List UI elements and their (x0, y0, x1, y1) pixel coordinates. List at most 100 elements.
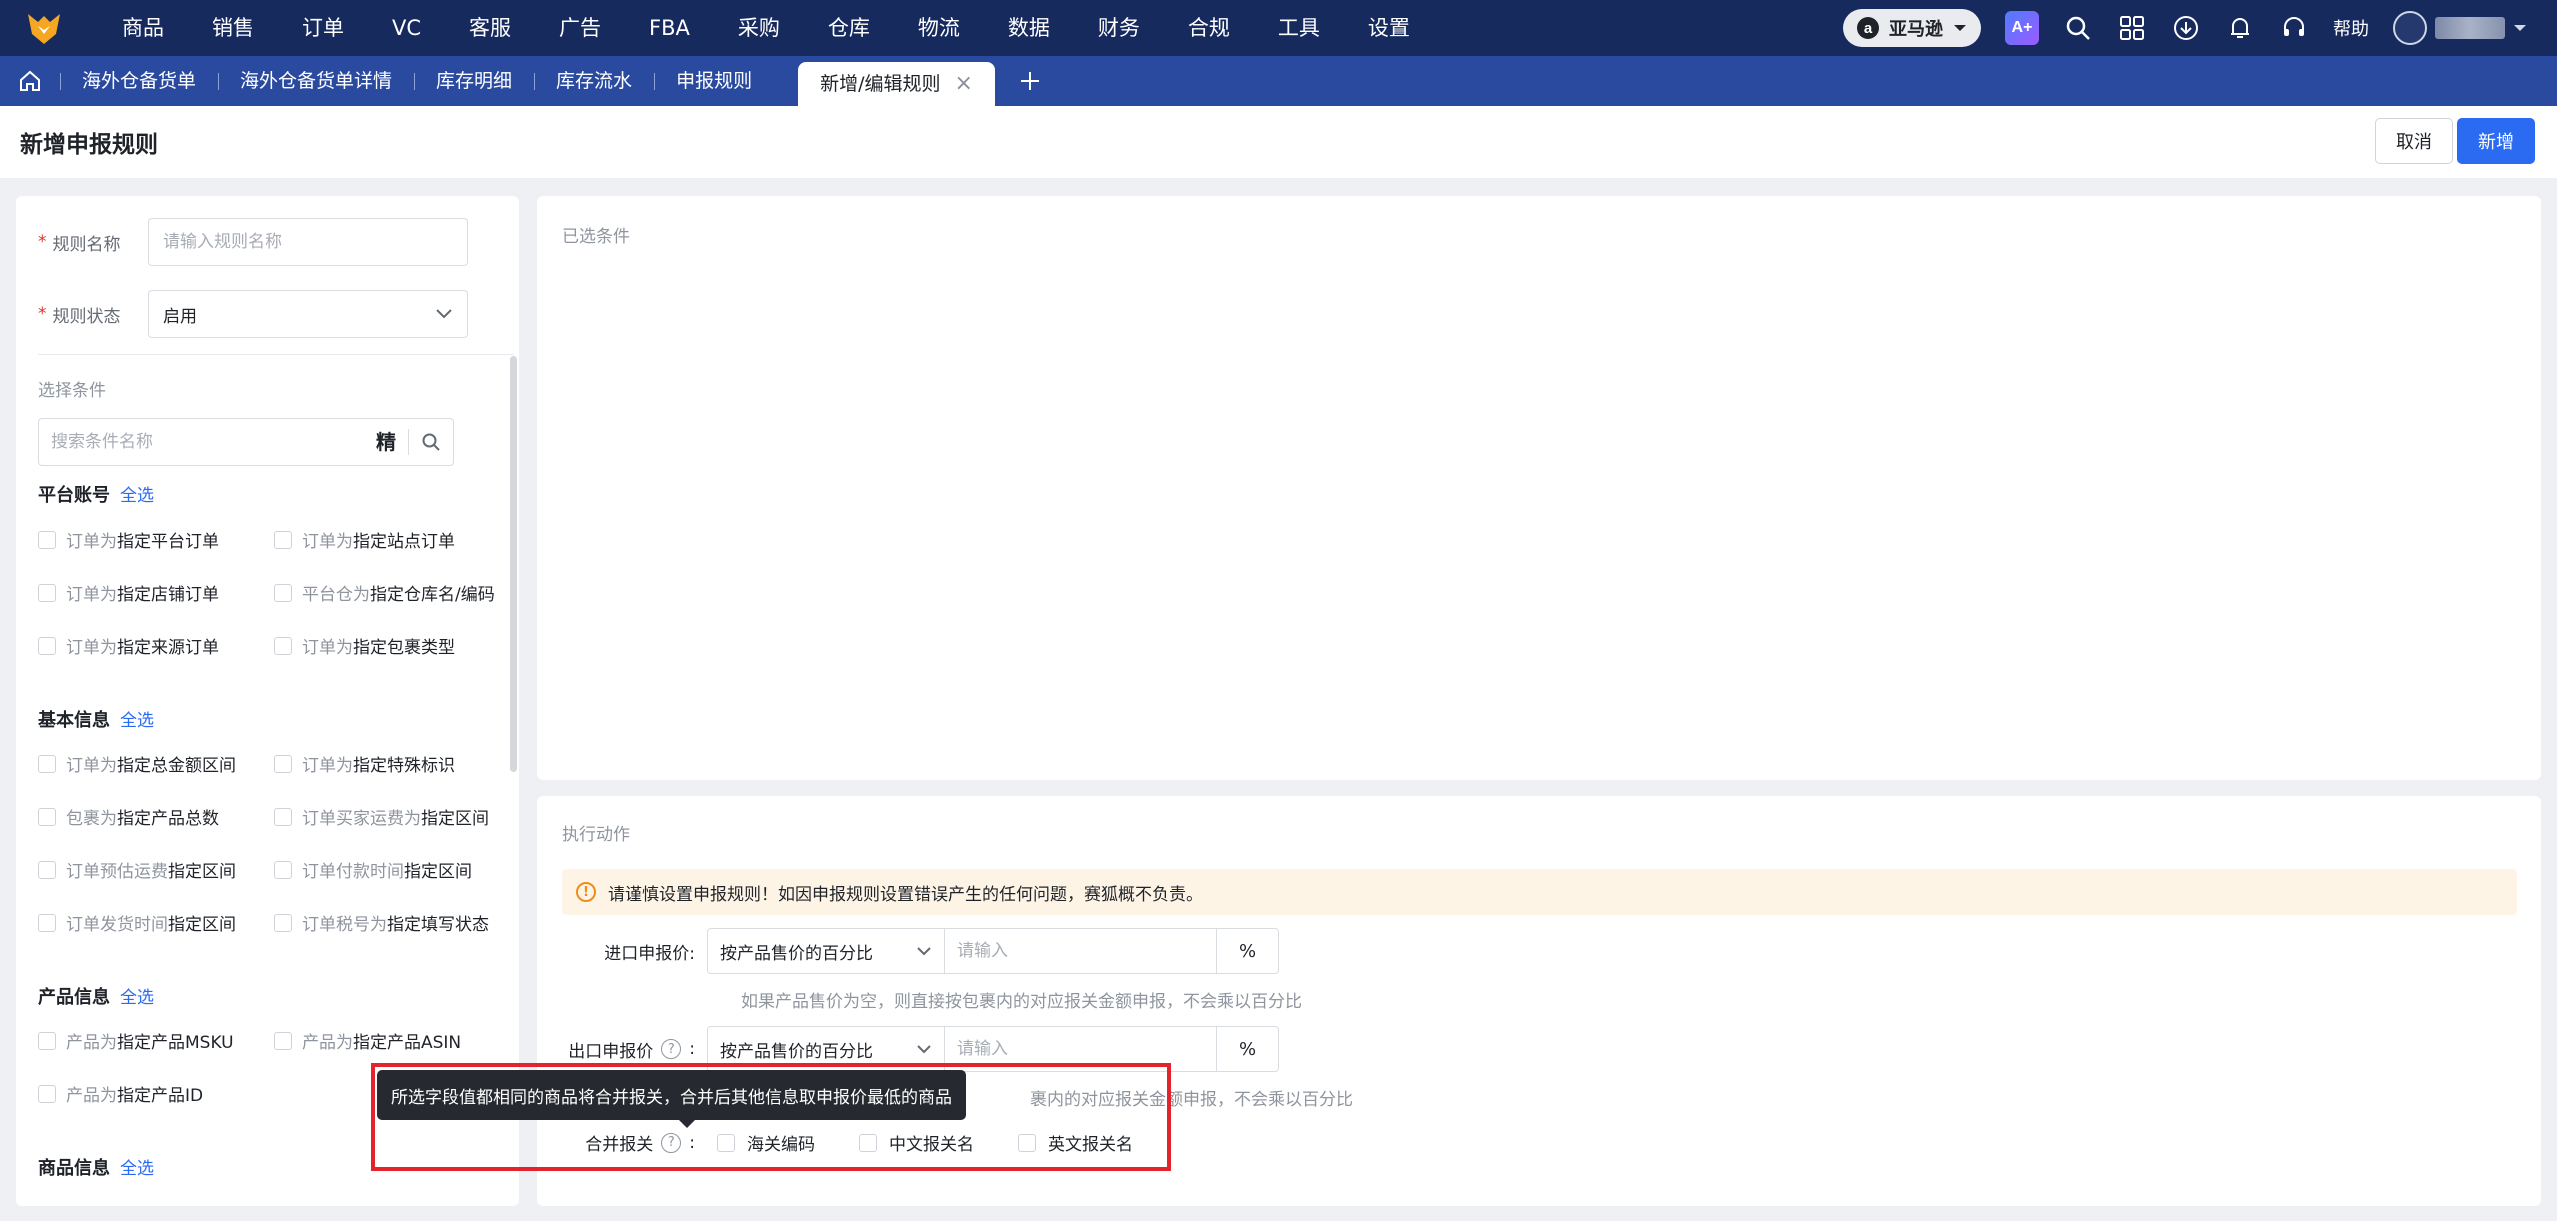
tab-inventory-detail[interactable]: 库存明细 (414, 56, 534, 106)
search-button[interactable] (409, 432, 453, 452)
checkbox[interactable] (274, 860, 292, 879)
tab-declaration-rules[interactable]: 申报规则 (654, 56, 774, 106)
download-icon[interactable] (2171, 13, 2201, 43)
select-all-link[interactable]: 全选 (120, 706, 154, 732)
condition-checkbox[interactable]: 订单买家运费为 指定区间 (274, 804, 489, 829)
scrollbar[interactable] (510, 356, 517, 772)
home-icon (20, 70, 40, 91)
actions-label: 执行动作 (562, 825, 630, 845)
rule-name-field[interactable] (148, 218, 468, 266)
rule-name-input[interactable] (163, 232, 453, 252)
condition-checkbox[interactable]: 订单为 指定店铺订单 (38, 580, 219, 605)
marketplace-selector[interactable]: a 亚马逊 (1843, 9, 1981, 47)
checkbox[interactable] (38, 1084, 56, 1103)
ai-assistant-icon[interactable]: A+ (2005, 11, 2039, 45)
condition-checkbox[interactable]: 订单为 指定平台订单 (38, 527, 219, 552)
rule-name-row: * 规则名称 (38, 218, 468, 266)
checkbox[interactable] (274, 913, 292, 932)
group-goods-info: 商品信息 全选 (38, 1154, 154, 1180)
condition-checkbox[interactable]: 订单为 指定总金额区间 (38, 751, 236, 776)
cancel-button[interactable]: 取消 (2375, 118, 2453, 164)
select-all-link[interactable]: 全选 (120, 983, 154, 1009)
condition-panel: *规则名称 *规则状态 启用 选择条件 精 平台账号 全选 订单为指定平台订单 … (16, 196, 519, 1206)
condition-checkbox[interactable]: 订单为 指定包裹类型 (274, 633, 455, 658)
selected-conditions-label: 已选条件 (562, 227, 630, 247)
add-tab-button[interactable] (995, 56, 1065, 106)
group-basic-info: 基本信息 全选 (38, 706, 154, 732)
user-menu[interactable] (2393, 11, 2527, 45)
select-all-link[interactable]: 全选 (120, 1154, 154, 1180)
tab-overseas-stock-order[interactable]: 海外仓备货单 (60, 56, 218, 106)
condition-search-input[interactable] (39, 432, 364, 452)
search-icon (422, 433, 440, 451)
rule-status-value: 启用 (163, 306, 197, 327)
condition-checkbox[interactable]: 包裹为 指定产品总数 (38, 804, 219, 829)
checkbox[interactable] (274, 754, 292, 773)
menu-item-ads[interactable]: 广告 (535, 0, 625, 56)
condition-checkbox[interactable]: 产品为 指定产品ASIN (274, 1028, 461, 1053)
menu-item-products[interactable]: 商品 (98, 0, 188, 56)
home-tab[interactable] (0, 56, 60, 106)
checkbox[interactable] (274, 636, 292, 655)
tab-add-edit-rule[interactable]: 新增/编辑规则 × (798, 62, 995, 106)
condition-checkbox[interactable]: 产品为 指定产品ID (38, 1081, 203, 1106)
divider (38, 354, 514, 355)
checkbox[interactable] (38, 807, 56, 826)
import-percent-field[interactable] (945, 928, 1217, 974)
add-button[interactable]: 新增 (2457, 118, 2535, 164)
checkbox[interactable] (38, 636, 56, 655)
menu-item-data[interactable]: 数据 (984, 0, 1074, 56)
checkbox[interactable] (38, 530, 56, 549)
import-method-select[interactable]: 按产品售价的百分比 (707, 928, 945, 974)
menu-item-tools[interactable]: 工具 (1254, 0, 1344, 56)
help-question-icon[interactable]: ? (661, 1039, 682, 1059)
checkbox[interactable] (274, 530, 292, 549)
condition-checkbox[interactable]: 订单预估运费 指定区间 (38, 857, 236, 882)
rule-status-select[interactable]: 启用 (148, 290, 468, 338)
checkbox[interactable] (38, 860, 56, 879)
condition-checkbox[interactable]: 订单为 指定站点订单 (274, 527, 455, 552)
help-link[interactable]: 帮助 (2333, 15, 2369, 41)
annotation-highlight-box (371, 1063, 1171, 1171)
import-price-label: 进口申报价: (604, 943, 695, 964)
menu-item-compliance[interactable]: 合规 (1164, 0, 1254, 56)
import-percent-input[interactable] (957, 941, 1216, 961)
condition-checkbox[interactable]: 产品为 指定产品MSKU (38, 1028, 234, 1053)
menu-item-purchase[interactable]: 采购 (714, 0, 804, 56)
menu-item-fba[interactable]: FBA (625, 0, 714, 56)
tab-inventory-flow[interactable]: 库存流水 (534, 56, 654, 106)
checkbox[interactable] (38, 754, 56, 773)
condition-checkbox[interactable]: 订单发货时间 指定区间 (38, 910, 236, 935)
menu-item-sales[interactable]: 销售 (188, 0, 278, 56)
condition-checkbox[interactable]: 订单付款时间 指定区间 (274, 857, 472, 882)
marketplace-label: 亚马逊 (1889, 19, 1943, 40)
condition-checkbox[interactable]: 订单为 指定来源订单 (38, 633, 219, 658)
checkbox[interactable] (38, 583, 56, 602)
menu-item-orders[interactable]: 订单 (278, 0, 368, 56)
condition-checkbox[interactable]: 订单为 指定特殊标识 (274, 751, 455, 776)
menu-item-service[interactable]: 客服 (445, 0, 535, 56)
checkbox[interactable] (274, 1031, 292, 1050)
checkbox[interactable] (38, 913, 56, 932)
select-all-link[interactable]: 全选 (120, 481, 154, 507)
checkbox[interactable] (274, 807, 292, 826)
app-logo[interactable] (22, 6, 66, 50)
search-icon[interactable] (2063, 13, 2093, 43)
checkbox[interactable] (274, 583, 292, 602)
headset-support-icon[interactable] (2279, 13, 2309, 43)
menu-item-settings[interactable]: 设置 (1344, 0, 1434, 56)
condition-checkbox[interactable]: 订单税号为 指定填写状态 (274, 910, 489, 935)
close-icon[interactable]: × (954, 62, 972, 106)
menu-item-logistics[interactable]: 物流 (894, 0, 984, 56)
menu-item-finance[interactable]: 财务 (1074, 0, 1164, 56)
condition-checkbox[interactable]: 平台仓为 指定仓库名/编码 (274, 580, 495, 605)
menu-item-vc[interactable]: VC (368, 0, 445, 56)
checkbox[interactable] (38, 1031, 56, 1050)
menu-item-warehouse[interactable]: 仓库 (804, 0, 894, 56)
apps-grid-icon[interactable] (2117, 13, 2147, 43)
rule-status-label: * 规则状态 (38, 304, 121, 327)
tab-overseas-stock-order-detail[interactable]: 海外仓备货单详情 (218, 56, 414, 106)
precise-search-toggle[interactable]: 精 (364, 429, 409, 455)
notification-bell-icon[interactable] (2225, 13, 2255, 43)
export-percent-input[interactable] (957, 1039, 1216, 1059)
